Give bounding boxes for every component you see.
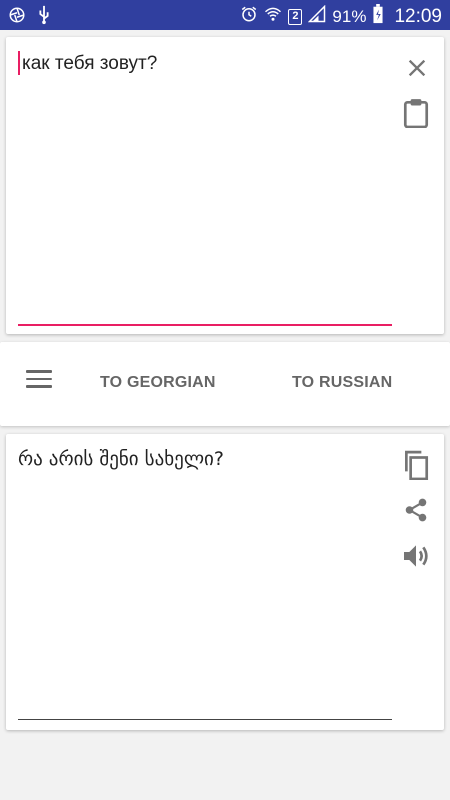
share-icon <box>403 497 429 528</box>
clear-button[interactable] <box>402 55 432 85</box>
source-text-input[interactable]: как тебя зовут? <box>18 53 388 75</box>
share-button[interactable] <box>400 496 432 528</box>
menu-icon[interactable] <box>26 370 52 392</box>
source-input-card: как тебя зовут? <box>6 37 444 334</box>
close-icon <box>406 57 428 84</box>
translated-text: რა არის შენი სახელი? <box>18 448 224 470</box>
battery-percent: 91% <box>332 6 367 26</box>
clock: 12:09 <box>394 5 442 27</box>
paste-button[interactable] <box>400 98 432 133</box>
usb-icon <box>36 5 52 30</box>
aperture-icon <box>8 6 26 29</box>
alarm-icon <box>240 5 258 28</box>
copy-icon <box>403 450 429 485</box>
output-underline <box>18 719 392 720</box>
signal-icon <box>308 4 326 28</box>
input-underline <box>18 324 392 326</box>
tab-to-russian[interactable]: TO RUSSIAN <box>292 374 392 392</box>
speak-button[interactable] <box>398 540 434 576</box>
translation-output-card: რა არის შენი სახელი? <box>6 434 444 730</box>
wifi-icon <box>264 5 282 28</box>
sim-icon: 2 <box>288 8 303 25</box>
status-bar: 2 91% 12:09 <box>0 0 450 30</box>
speaker-icon <box>400 540 432 577</box>
tab-to-georgian[interactable]: TO GEORGIAN <box>100 374 216 392</box>
battery-icon <box>372 4 384 29</box>
copy-button[interactable] <box>400 450 432 484</box>
direction-bar: TO GEORGIAN TO RUSSIAN <box>0 342 450 426</box>
clipboard-icon <box>403 98 429 133</box>
source-text-value: как тебя зовут? <box>22 53 158 74</box>
